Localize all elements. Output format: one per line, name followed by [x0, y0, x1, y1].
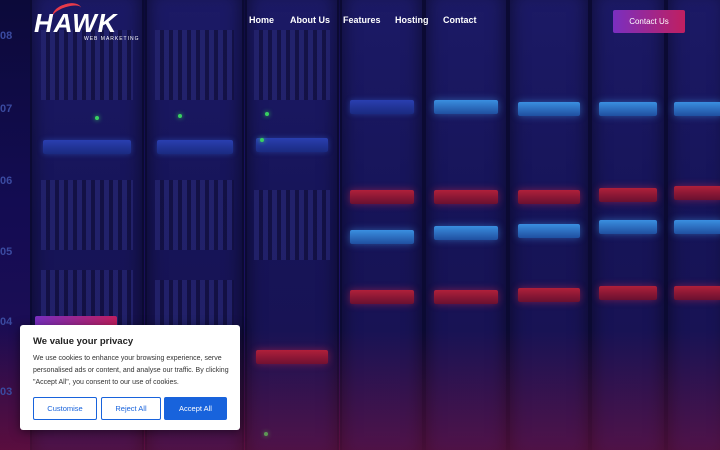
rack-slot — [43, 140, 131, 154]
rack-slot — [599, 188, 657, 202]
status-led — [265, 112, 269, 116]
rack-grille — [154, 180, 235, 250]
ruler-mark: 05 — [0, 246, 13, 258]
rack-slot — [350, 290, 414, 304]
rack-slot — [599, 220, 657, 234]
rack-slot — [517, 190, 581, 204]
rack-slot — [517, 288, 581, 302]
rack-slot — [674, 220, 720, 234]
contact-us-button[interactable]: Contact Us — [613, 10, 685, 33]
status-led — [260, 138, 264, 142]
rack-slot — [434, 290, 498, 304]
cookie-body: We use cookies to enhance your browsing … — [33, 355, 229, 386]
cookie-consent-banner: We value your privacy We use cookies to … — [20, 325, 240, 430]
nav-contact[interactable]: Contact — [443, 15, 477, 25]
cookie-title: We value your privacy — [33, 336, 134, 347]
rack-slot — [517, 224, 581, 238]
ruler-mark: 04 — [0, 316, 13, 328]
rack-slot — [674, 286, 720, 300]
rack-slot — [350, 230, 414, 244]
logo-subtext: WEB MARKETING — [84, 36, 140, 42]
ruler-mark: 03 — [0, 386, 13, 398]
rack-slot — [599, 102, 657, 116]
rack-grille — [40, 180, 134, 250]
rack-slot — [434, 190, 498, 204]
rack-slot — [599, 286, 657, 300]
rack-slot — [674, 102, 720, 116]
nav-hosting[interactable]: Hosting — [395, 15, 429, 25]
rack-slot — [674, 186, 720, 200]
status-led — [178, 114, 182, 118]
ruler-mark: 06 — [0, 175, 13, 187]
rack-slot — [156, 140, 233, 154]
status-led — [95, 116, 99, 120]
nav-home[interactable]: Home — [249, 15, 274, 25]
rack-slot — [256, 138, 328, 152]
rack-slot — [350, 190, 414, 204]
rack-grille — [254, 190, 330, 260]
customise-button[interactable]: Customise — [33, 397, 97, 420]
rack-grille — [254, 30, 330, 100]
rack-slot — [517, 102, 581, 116]
rack-slot — [350, 100, 414, 114]
rack-slot — [434, 100, 498, 114]
rack-slot — [434, 226, 498, 240]
nav-features[interactable]: Features — [343, 15, 381, 25]
reject-all-button[interactable]: Reject All — [101, 397, 161, 420]
accept-all-button[interactable]: Accept All — [164, 397, 227, 420]
ruler-mark: 08 — [0, 30, 13, 42]
rack-grille — [154, 30, 235, 100]
logo-text: HAWK — [34, 8, 118, 38]
ruler-mark: 07 — [0, 103, 13, 115]
nav-about-us[interactable]: About Us — [290, 15, 330, 25]
